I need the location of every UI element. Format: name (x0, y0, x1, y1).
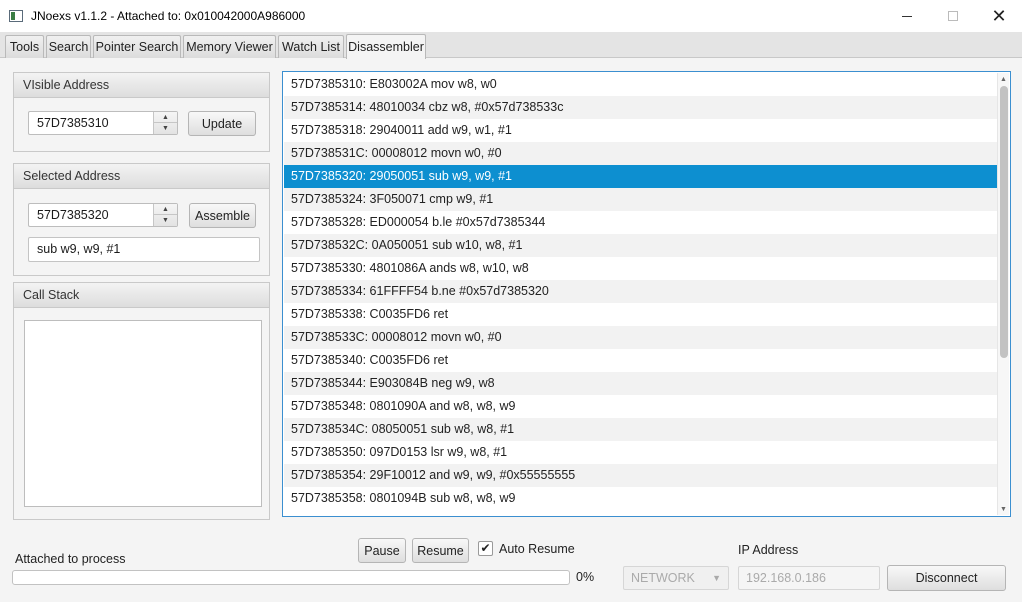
progress-bar (12, 570, 570, 585)
increment-arrow-icon[interactable]: ▲ (154, 204, 177, 215)
status-label: Attached to process (15, 552, 126, 566)
disassembly-row[interactable]: 57D7385330: 4801086A ands w8, w10, w8 (284, 257, 998, 280)
disassembly-row[interactable]: 57D7385348: 0801090A and w8, w8, w9 (284, 395, 998, 418)
tab-watch-list[interactable]: Watch List (278, 35, 344, 58)
decrement-arrow-icon[interactable]: ▼ (154, 215, 177, 226)
selected-address-spinner[interactable]: 57D7385320 ▲ ▼ (28, 203, 178, 227)
visible-address-header: VIsible Address (14, 73, 269, 98)
disassembly-row[interactable]: 57D7385354: 29F10012 and w9, w9, #0x5555… (284, 464, 998, 487)
tab-memory-viewer[interactable]: Memory Viewer (183, 35, 276, 58)
connection-type-value: NETWORK (631, 571, 695, 585)
window-controls: ✕ (884, 0, 1022, 32)
app-icon (9, 10, 23, 22)
disassembly-row[interactable]: 57D7385318: 29040011 add w9, w1, #1 (284, 119, 998, 142)
disassembly-row[interactable]: 57D738533C: 00008012 movn w0, #0 (284, 326, 998, 349)
disassembly-row[interactable]: 57D7385338: C0035FD6 ret (284, 303, 998, 326)
window-title: JNoexs v1.1.2 - Attached to: 0x010042000… (31, 9, 306, 23)
close-icon: ✕ (991, 5, 1007, 26)
tab-search[interactable]: Search (46, 35, 91, 58)
tab-tools[interactable]: Tools (5, 35, 44, 58)
disassembly-row[interactable]: 57D7385324: 3F050071 cmp w9, #1 (284, 188, 998, 211)
resume-button[interactable]: Resume (412, 538, 469, 563)
scroll-up-icon[interactable]: ▲ (998, 73, 1009, 85)
check-icon: ✔ (480, 541, 491, 555)
chevron-down-icon: ▼ (712, 573, 721, 583)
minimize-icon (902, 15, 912, 17)
auto-resume-checkbox[interactable]: ✔ (478, 541, 493, 556)
update-button[interactable]: Update (188, 111, 256, 136)
selected-address-value: 57D7385320 (37, 208, 109, 222)
selected-address-stepper[interactable]: ▲ ▼ (153, 204, 177, 226)
selected-address-header: Selected Address (14, 164, 269, 189)
disconnect-button[interactable]: Disconnect (887, 565, 1006, 591)
visible-address-spinner[interactable]: 57D7385310 ▲ ▼ (28, 111, 178, 135)
disassembly-row-selected[interactable]: 57D7385320: 29050051 sub w9, w9, #1 (284, 165, 998, 188)
selected-address-panel: Selected Address 57D7385320 ▲ ▼ Assemble… (13, 163, 270, 276)
disassembly-row[interactable]: 57D738534C: 08050051 sub w8, w8, #1 (284, 418, 998, 441)
title-bar: JNoexs v1.1.2 - Attached to: 0x010042000… (0, 0, 1022, 32)
disassembly-row[interactable]: 57D7385310: E803002A mov w8, w0 (284, 73, 998, 96)
tab-bar: Tools Search Pointer Search Memory Viewe… (0, 32, 1022, 59)
connection-type-select[interactable]: NETWORK ▼ (623, 566, 729, 590)
call-stack-list[interactable] (24, 320, 262, 507)
visible-address-panel: VIsible Address 57D7385310 ▲ ▼ Update (13, 72, 270, 152)
call-stack-panel: Call Stack (13, 282, 270, 520)
increment-arrow-icon[interactable]: ▲ (154, 112, 177, 123)
disassembly-row[interactable]: 57D7385328: ED000054 b.le #0x57d7385344 (284, 211, 998, 234)
tab-disassembler[interactable]: Disassembler (346, 34, 426, 59)
visible-address-stepper[interactable]: ▲ ▼ (153, 112, 177, 134)
disassembly-row[interactable]: 57D7385334: 61FFFF54 b.ne #0x57d7385320 (284, 280, 998, 303)
ip-address-input[interactable]: 192.168.0.186 (738, 566, 880, 590)
scroll-down-icon[interactable]: ▼ (998, 503, 1009, 515)
decrement-arrow-icon[interactable]: ▼ (154, 123, 177, 134)
maximize-button[interactable] (930, 0, 976, 32)
scrollbar-thumb[interactable] (1000, 86, 1008, 358)
close-button[interactable]: ✕ (976, 0, 1022, 32)
disassembly-row[interactable]: 57D7385358: 0801094B sub w8, w8, w9 (284, 487, 998, 510)
disassembly-list[interactable]: 57D7385310: E803002A mov w8, w0 57D738531… (282, 71, 1011, 517)
progress-percent: 0% (576, 570, 595, 584)
disassembly-row[interactable]: 57D738532C: 0A050051 sub w10, w8, #1 (284, 234, 998, 257)
ip-address-label: IP Address (738, 543, 799, 557)
disassembly-row[interactable]: 57D738531C: 00008012 movn w0, #0 (284, 142, 998, 165)
disassembly-row[interactable]: 57D7385340: C0035FD6 ret (284, 349, 998, 372)
disassembly-row[interactable]: 57D7385350: 097D0153 lsr w9, w8, #1 (284, 441, 998, 464)
call-stack-header: Call Stack (14, 283, 269, 308)
maximize-icon (948, 11, 958, 21)
disassembly-row[interactable]: 57D7385344: E903084B neg w9, w8 (284, 372, 998, 395)
disassembly-row[interactable]: 57D7385314: 48010034 cbz w8, #0x57d73853… (284, 96, 998, 119)
vertical-scrollbar[interactable]: ▲ ▼ (997, 73, 1009, 515)
assemble-button[interactable]: Assemble (189, 203, 256, 228)
minimize-button[interactable] (884, 0, 930, 32)
tab-pointer-search[interactable]: Pointer Search (93, 35, 181, 58)
auto-resume-label: Auto Resume (499, 542, 575, 556)
visible-address-value: 57D7385310 (37, 116, 109, 130)
instruction-input[interactable]: sub w9, w9, #1 (28, 237, 260, 262)
pause-button[interactable]: Pause (358, 538, 406, 563)
